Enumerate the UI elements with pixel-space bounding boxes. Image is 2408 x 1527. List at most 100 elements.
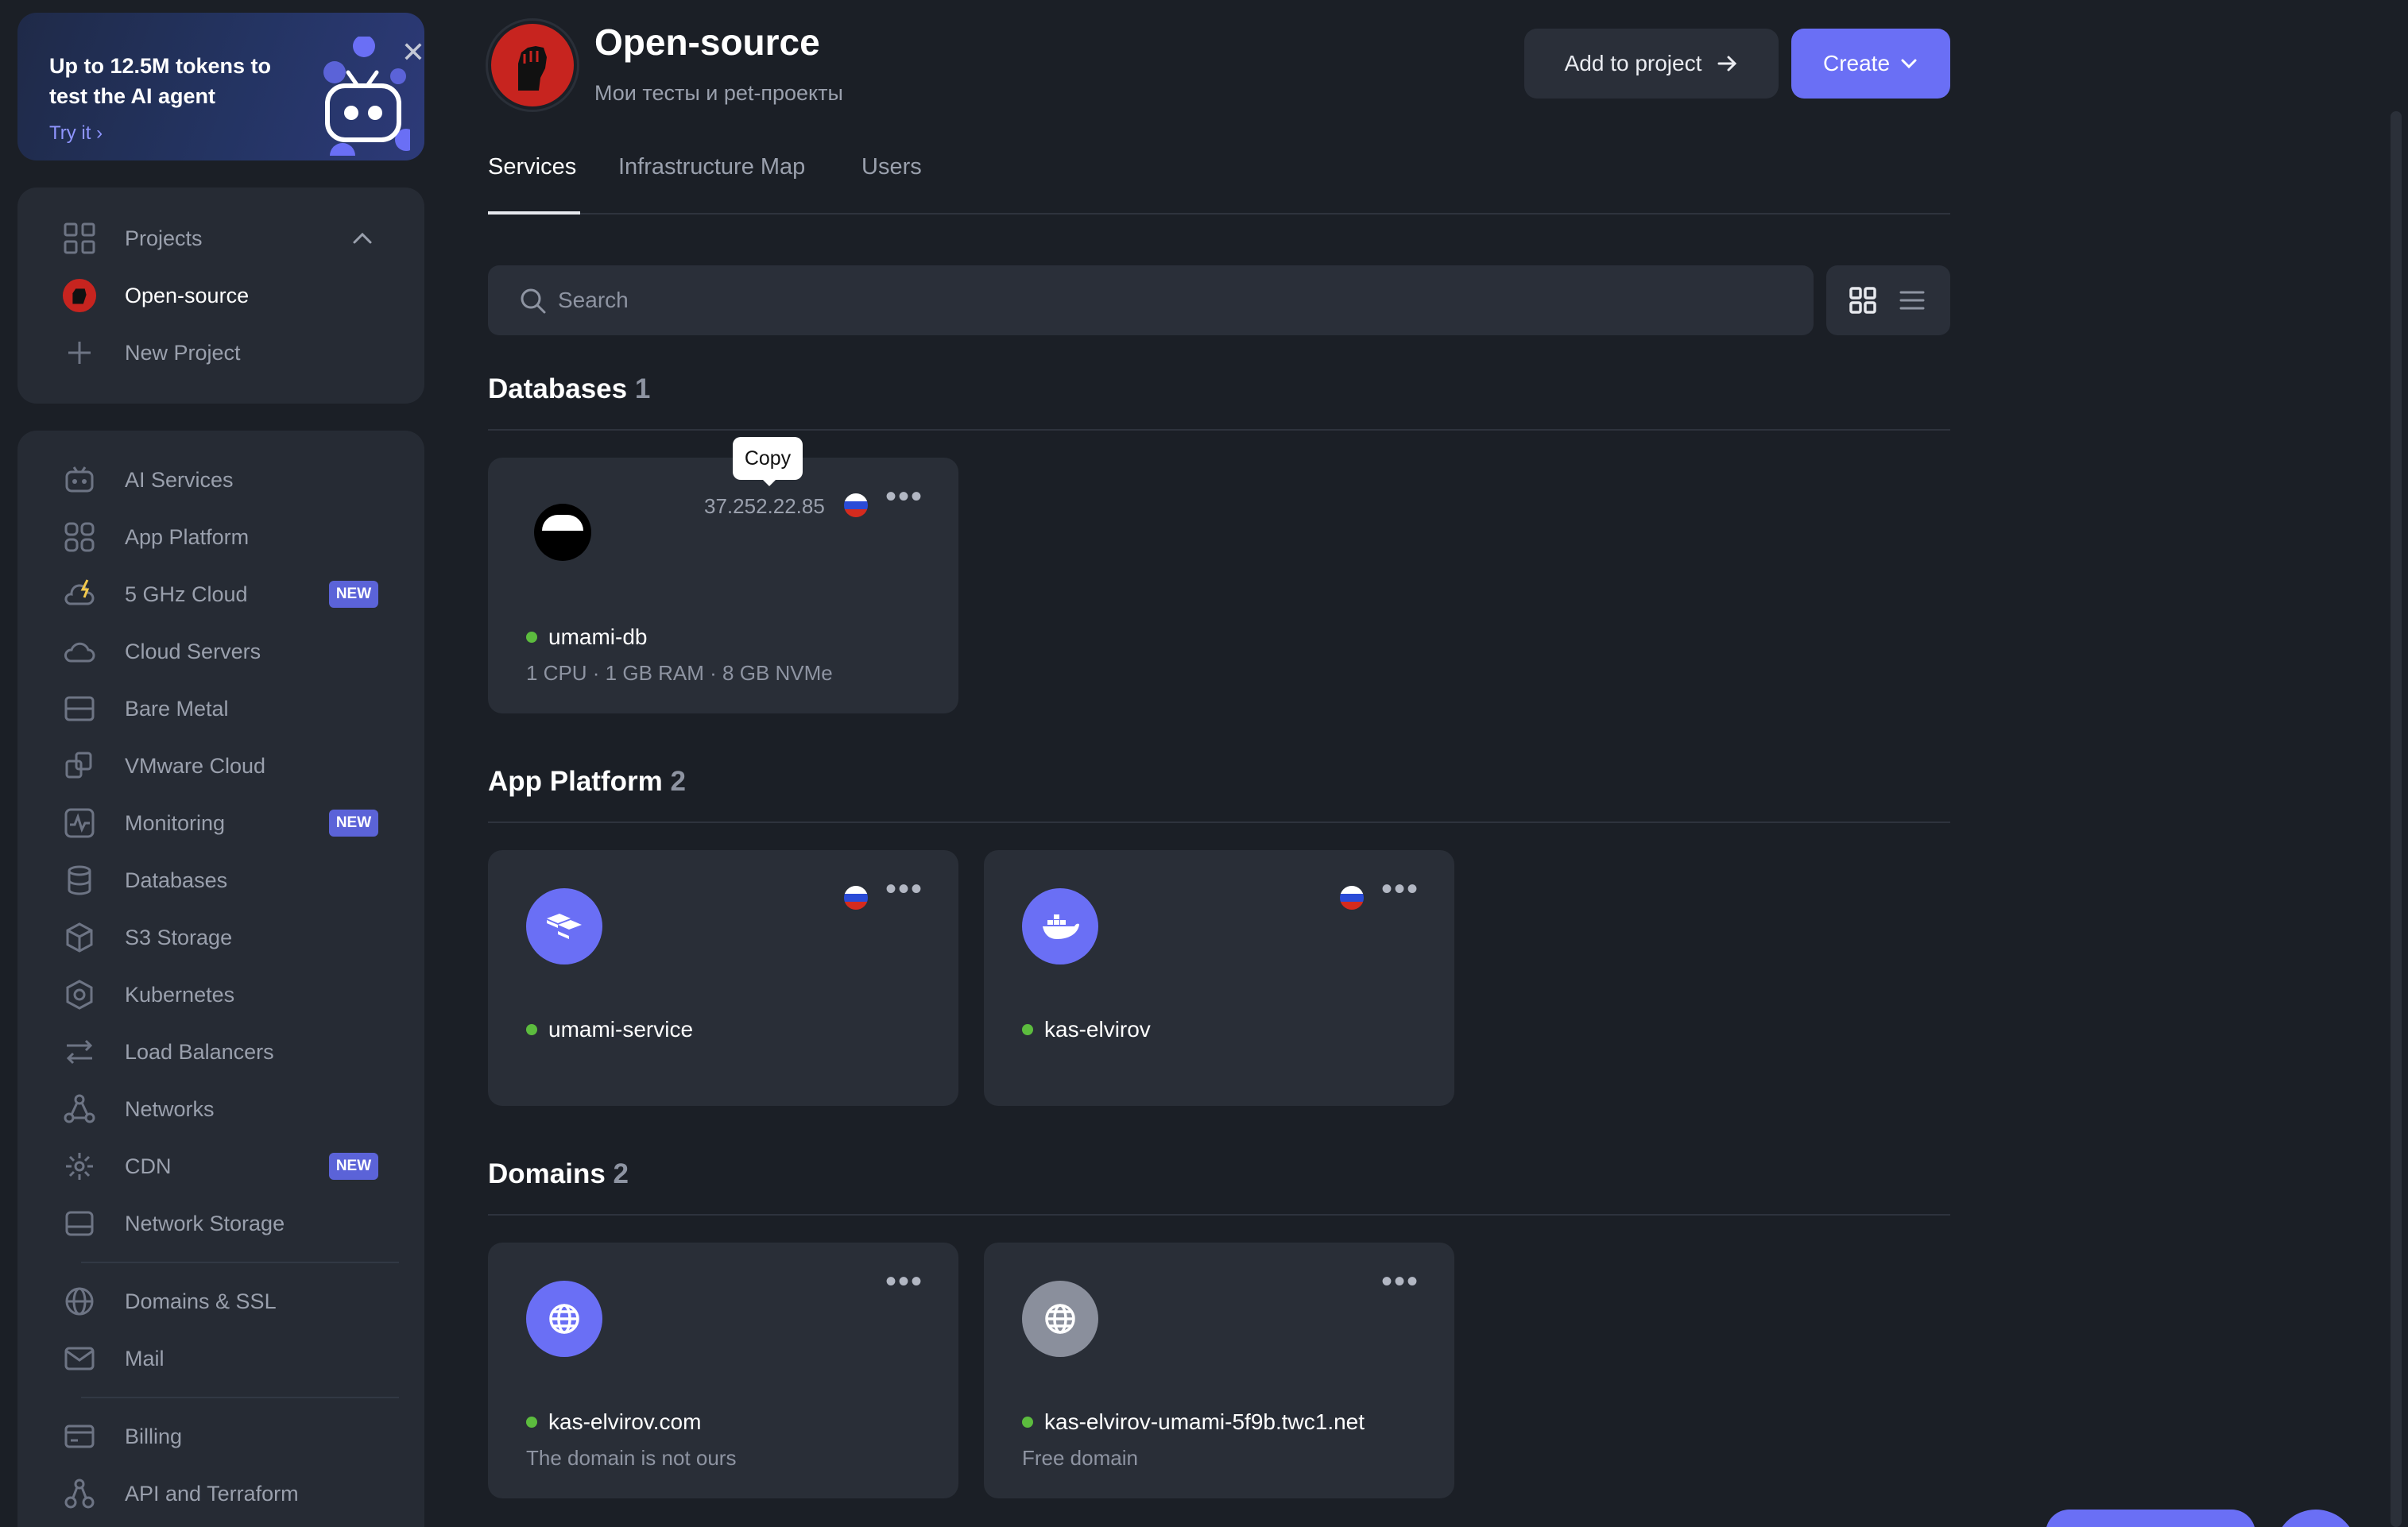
floating-chat-button[interactable] [2046,1510,2255,1527]
sidebar-label: VMware Cloud [125,753,266,778]
sidebar-item-vmware-cloud[interactable]: VMware Cloud [17,742,424,790]
sidebar-item-s3-storage[interactable]: S3 Storage [17,914,424,961]
database-card[interactable]: 37.252.22.85 ••• umami-db 1 CPU · 1 GB R… [488,458,958,713]
sidebar-item-billing[interactable]: Billing [17,1413,424,1460]
sidebar-item-5ghz-cloud[interactable]: 5 GHz Cloud NEW [17,570,424,618]
promo-title: Up to 12.5M tokens to test the AI agent [49,54,272,108]
sidebar-label: Load Balancers [125,1039,274,1064]
sidebar-item-mail[interactable]: Mail [17,1335,424,1382]
domain-icon [1022,1281,1098,1357]
tab-infrastructure-map[interactable]: Infrastructure Map [618,154,805,180]
grid-view-icon[interactable] [1849,286,1877,315]
section-count: 2 [613,1158,629,1189]
search-bar [488,265,1814,335]
list-view-icon[interactable] [1898,288,1926,313]
api-icon [62,1476,97,1511]
database-icon [62,863,97,898]
status-dot [526,1024,537,1035]
app-card[interactable]: ••• umami-service [488,850,958,1106]
chevron-up-icon[interactable] [351,229,374,248]
service-name: kas-elvirov.com [526,1409,701,1435]
sidebar-label: Monitoring [125,810,226,835]
project-avatar [488,21,577,110]
database-logo [534,504,591,561]
sidebar-label: Cloud Servers [125,639,261,663]
app-card[interactable]: ••• kas-elvirov [984,850,1454,1106]
sidebar-label: Bare Metal [125,696,229,721]
robot-icon [62,462,97,497]
app-icon [1022,888,1098,965]
sidebar-item-api-terraform[interactable]: API and Terraform [17,1470,424,1517]
promo-try-link[interactable]: Try it › [49,122,103,145]
sidebar-item-cloud-servers[interactable]: Cloud Servers [17,628,424,675]
add-to-project-button[interactable]: Add to project [1524,29,1779,99]
add-to-project-label: Add to project [1564,51,1702,75]
plus-icon [62,335,97,370]
russia-flag-icon [844,493,868,517]
sidebar-item-cdn[interactable]: CDN NEW [17,1142,424,1190]
sidebar-label: 5 GHz Cloud [125,582,248,606]
sidebar-item-network-storage[interactable]: Network Storage [17,1200,424,1247]
search-input[interactable] [558,265,1750,335]
projects-panel: Projects Open-source New Project [17,187,424,404]
create-button[interactable]: Create [1791,29,1950,99]
more-icon[interactable]: ••• [885,1266,923,1297]
new-project-button[interactable]: New Project [17,329,424,377]
sidebar-item-kubernetes[interactable]: Kubernetes [17,971,424,1019]
new-badge: NEW [329,810,378,837]
section-title-text: Domains [488,1158,606,1189]
storage-icon [62,1206,97,1241]
cube-icon [62,920,97,955]
server-icon [62,691,97,726]
ip-address[interactable]: 37.252.22.85 [704,494,825,519]
service-name: umami-service [526,1017,693,1042]
sidebar-item-monitoring[interactable]: Monitoring NEW [17,799,424,847]
service-name-text: kas-elvirov.com [548,1409,702,1434]
close-icon[interactable]: ✕ [397,37,424,68]
sidebar-item-networks[interactable]: Networks [17,1085,424,1133]
sidebar-label: App Platform [125,524,250,549]
more-icon[interactable]: ••• [1381,873,1419,905]
more-icon[interactable]: ••• [885,873,923,905]
sidebar-item-ai-services[interactable]: AI Services [17,456,424,504]
floating-help-button[interactable] [2274,1510,2357,1527]
tab-users[interactable]: Users [861,154,922,180]
domain-card[interactable]: ••• kas-elvirov.com The domain is not ou… [488,1243,958,1498]
page-scrollbar[interactable] [2391,111,2402,1527]
sidebar-item-app-platform[interactable]: App Platform [17,513,424,561]
search-icon [521,288,546,314]
sidebar-label: Mail [125,1346,165,1370]
new-badge: NEW [329,1153,378,1180]
section-title-text: Databases [488,373,628,404]
sidebar-item-domains-ssl[interactable]: Domains & SSL [17,1278,424,1325]
more-icon[interactable]: ••• [1381,1266,1419,1297]
project-item-open-source[interactable]: Open-source [17,272,424,319]
section-divider [488,429,1950,431]
section-count: 2 [670,766,686,797]
tab-services[interactable]: Services [488,154,576,180]
more-icon[interactable]: ••• [885,481,923,512]
sidebar-divider [81,1262,399,1263]
docker-icon [1043,914,1079,939]
service-name: kas-elvirov-umami-5f9b.twc1.net [1022,1409,1365,1435]
view-toggle [1826,265,1950,335]
mail-icon [62,1341,97,1376]
projects-header[interactable]: Projects [17,215,424,262]
tabs-divider [488,213,1950,215]
sidebar-nav: AI Services App Platform 5 GHz Cloud NEW… [17,431,424,1527]
sidebar-item-load-balancers[interactable]: Load Balancers [17,1028,424,1076]
sidebar-label: CDN [125,1154,172,1178]
app-icon [526,888,602,965]
russia-flag-icon [844,886,868,910]
apps-icon [62,520,97,555]
sidebar-divider [81,1397,399,1398]
cloud-icon [62,634,97,669]
chevron-down-icon [1901,59,1917,69]
domain-card[interactable]: ••• kas-elvirov-umami-5f9b.twc1.net Free… [984,1243,1454,1498]
sidebar-label: Networks [125,1096,215,1121]
sidebar-item-bare-metal[interactable]: Bare Metal [17,685,424,733]
domain-note: The domain is not ours [526,1446,737,1470]
kubernetes-icon [62,977,97,1012]
arrow-right-icon [1717,56,1737,72]
sidebar-item-databases[interactable]: Databases [17,856,424,904]
